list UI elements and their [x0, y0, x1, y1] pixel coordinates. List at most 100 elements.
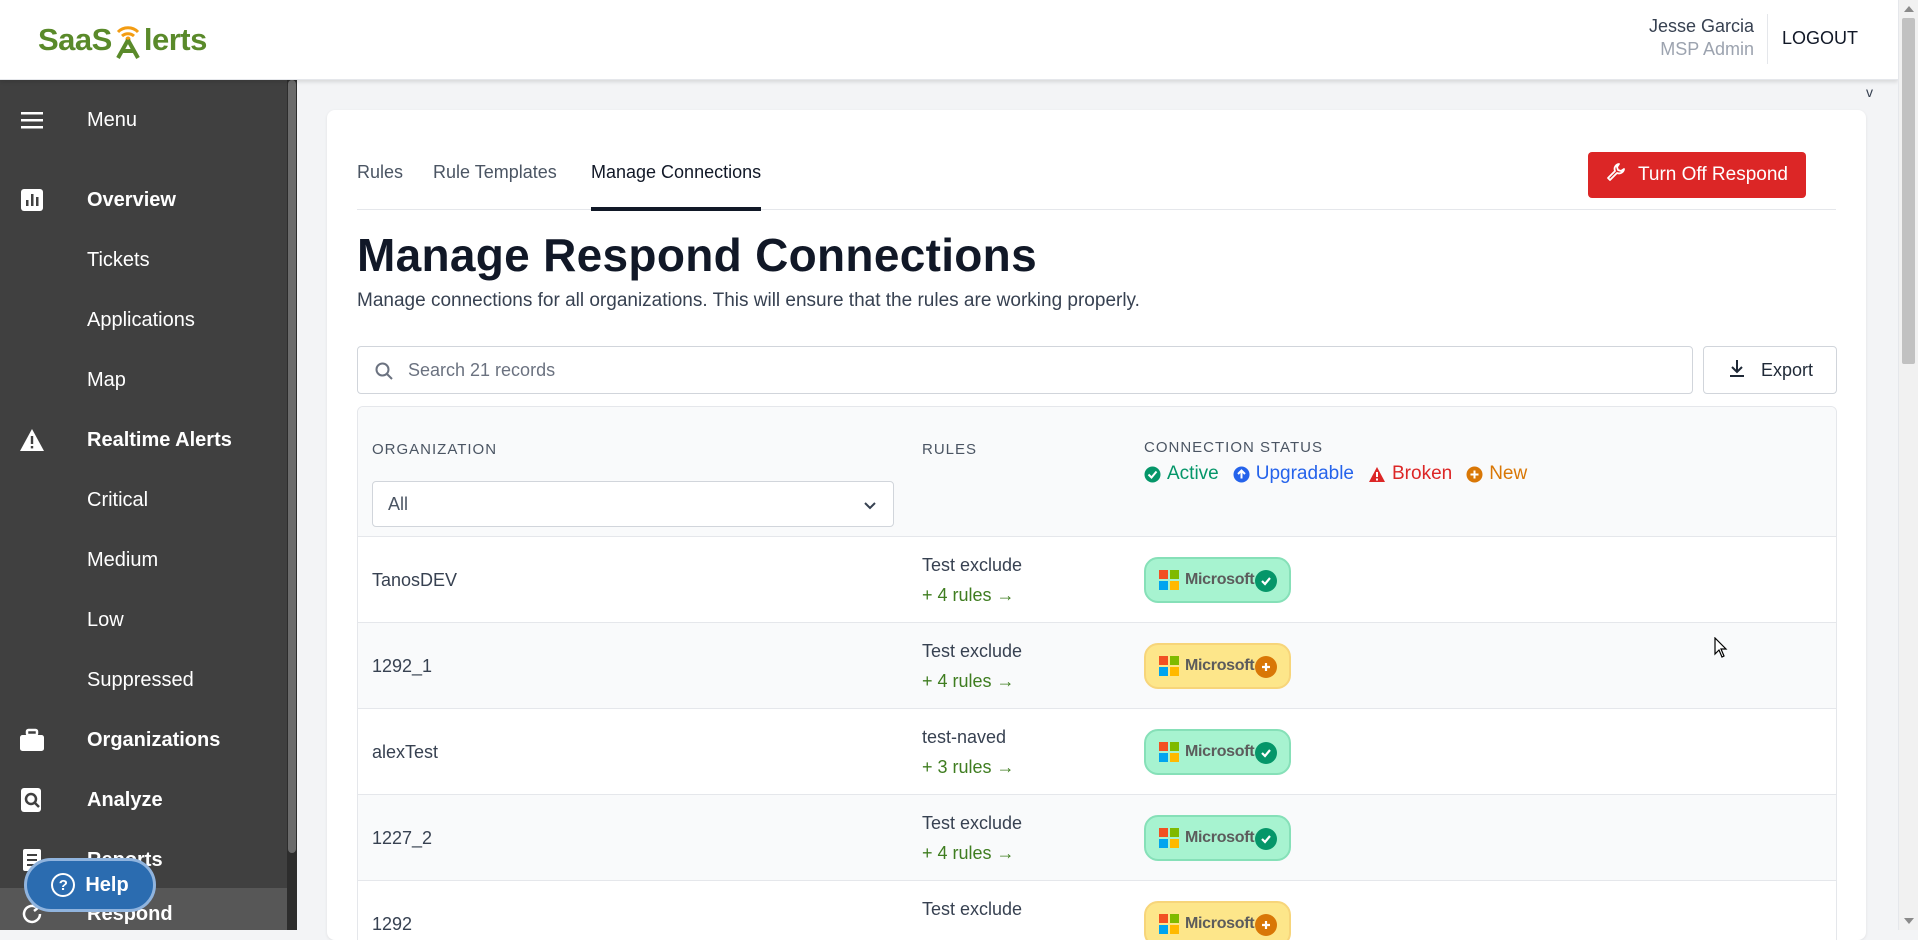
status-legend: Active Upgradable Broken New	[1144, 463, 1527, 485]
sidebar-item-label: Map	[87, 368, 126, 391]
sidebar-item-map[interactable]: Map	[0, 354, 287, 406]
sidebar-scrollbar-thumb[interactable]	[288, 80, 296, 853]
microsoft-logo-icon	[1159, 828, 1179, 848]
org-name: 1292_1	[372, 656, 433, 676]
logo-text-left: SaaS	[38, 22, 112, 57]
page-scrollbar-thumb[interactable]	[1902, 18, 1915, 364]
plus-circle-icon	[1466, 466, 1483, 482]
question-icon: ?	[51, 873, 76, 897]
user-name: Jesse Garcia	[1648, 16, 1754, 36]
bar-chart-icon	[18, 186, 46, 214]
rule-name: test-naved	[922, 727, 1007, 747]
connection-name: Microsoft	[1185, 915, 1255, 932]
sidebar-item-menu[interactable]: Menu	[0, 94, 287, 146]
more-rules-link[interactable]: + 4 rules →	[922, 585, 1015, 606]
sidebar-scrollbar[interactable]	[287, 80, 297, 930]
plus-icon	[1255, 656, 1277, 678]
main-card: Rules Rule Templates Manage Connections …	[327, 110, 1866, 940]
logo-text-right: lerts	[143, 22, 207, 57]
download-icon	[1727, 358, 1747, 383]
table-row[interactable]: TanosDEV Test exclude + 4 rules → Micros…	[358, 537, 1836, 623]
user-info: Jesse Garcia MSP Admin	[1649, 16, 1754, 60]
more-rules-link[interactable]: + 4 rules →	[922, 843, 1015, 864]
sidebar-item-suppressed[interactable]: Suppressed	[0, 654, 287, 706]
help-label: Help	[85, 873, 129, 896]
sidebar-item-label: Critical	[87, 488, 149, 511]
more-rules-link[interactable]: + 4 rules →	[922, 671, 1015, 692]
search-input[interactable]	[408, 347, 1678, 393]
table-row[interactable]: alexTest test-naved + 3 rules → Microsof…	[358, 709, 1836, 795]
corner-toggle[interactable]: v	[1866, 84, 1873, 100]
sidebar: Menu Overview Tickets Applications Map R…	[0, 80, 297, 930]
warning-triangle-icon	[1369, 466, 1385, 482]
sidebar-item-label: Overview	[87, 188, 176, 211]
tab-rule-templates[interactable]: Rule Templates	[433, 162, 557, 210]
check-icon	[1255, 570, 1277, 592]
rule-name: Test exclude	[922, 555, 1023, 575]
check-circle-icon	[1144, 466, 1161, 482]
sidebar-item-tickets[interactable]: Tickets	[0, 234, 287, 286]
page-scrollbar[interactable]	[1898, 0, 1918, 930]
scroll-up-arrow-icon[interactable]	[1904, 6, 1914, 12]
sidebar-item-label: Realtime Alerts	[87, 428, 232, 451]
legend-active: Active	[1144, 463, 1219, 485]
help-button[interactable]: ? Help	[24, 858, 156, 912]
search-box	[357, 346, 1693, 394]
org-name: 1227_2	[372, 828, 433, 848]
header-organization: ORGANIZATION	[372, 441, 498, 458]
tab-manage-connections[interactable]: Manage Connections	[591, 162, 762, 211]
header-divider	[1767, 14, 1768, 64]
search-icon	[374, 361, 394, 386]
legend-upgradable: Upgradable	[1233, 463, 1354, 485]
legend-label: Active	[1167, 463, 1219, 484]
sidebar-item-label: Menu	[87, 108, 138, 131]
microsoft-logo-icon	[1159, 742, 1179, 762]
microsoft-logo-icon	[1159, 570, 1179, 590]
connection-name: Microsoft	[1185, 571, 1255, 588]
sidebar-item-realtime-alerts[interactable]: Realtime Alerts	[0, 414, 287, 466]
scroll-down-arrow-icon[interactable]	[1904, 918, 1914, 924]
sidebar-item-applications[interactable]: Applications	[0, 294, 287, 346]
magnify-icon	[18, 786, 46, 814]
sidebar-item-label: Tickets	[87, 248, 150, 271]
briefcase-icon	[18, 726, 46, 754]
export-button[interactable]: Export	[1703, 346, 1837, 394]
mouse-cursor-icon	[1714, 636, 1728, 664]
tab-bar: Rules Rule Templates Manage Connections …	[357, 110, 1836, 211]
header-rules: RULES	[922, 441, 978, 458]
sidebar-item-low[interactable]: Low	[0, 594, 287, 646]
header-connection-status: CONNECTION STATUS	[1144, 439, 1323, 456]
sidebar-item-label: Organizations	[87, 728, 221, 751]
check-icon	[1255, 828, 1277, 850]
legend-label: Broken	[1392, 463, 1453, 484]
logout-button[interactable]: LOGOUT	[1782, 28, 1858, 49]
tab-rules[interactable]: Rules	[357, 162, 403, 210]
sidebar-item-overview[interactable]: Overview	[0, 174, 287, 226]
sidebar-item-organizations[interactable]: Organizations	[0, 714, 287, 766]
table-row[interactable]: 1292_1 Test exclude + 4 rules → Microsof…	[358, 623, 1836, 709]
legend-label: New	[1489, 463, 1528, 484]
sidebar-item-medium[interactable]: Medium	[0, 534, 287, 586]
org-name: 1292	[372, 914, 413, 934]
sidebar-item-label: Suppressed	[87, 668, 194, 691]
more-rules-link[interactable]: + 3 rules →	[922, 757, 1015, 778]
saas-alerts-logo[interactable]: SaaS lerts	[38, 18, 207, 62]
turn-off-respond-button[interactable]: Turn Off Respond	[1588, 152, 1806, 198]
table-row[interactable]: 1227_2 Test exclude + 4 rules → Microsof…	[358, 795, 1836, 881]
table-row[interactable]: 1292 Test exclude Microsoft	[358, 881, 1836, 940]
sidebar-item-critical[interactable]: Critical	[0, 474, 287, 526]
org-name: TanosDEV	[372, 570, 458, 590]
sidebar-item-analyze[interactable]: Analyze	[0, 774, 287, 826]
chevron-down-icon	[863, 497, 877, 518]
warning-icon	[18, 426, 46, 454]
sidebar-item-label: Applications	[87, 308, 195, 331]
organization-filter-select[interactable]: All	[372, 481, 894, 527]
microsoft-connection-badge[interactable]: Microsoft	[1144, 815, 1291, 861]
microsoft-connection-badge[interactable]: Microsoft	[1144, 901, 1291, 940]
check-icon	[1255, 742, 1277, 764]
microsoft-connection-badge[interactable]: Microsoft	[1144, 729, 1291, 775]
sidebar-item-label: Analyze	[87, 788, 163, 811]
microsoft-connection-badge[interactable]: Microsoft	[1144, 643, 1291, 689]
connection-name: Microsoft	[1185, 743, 1255, 760]
microsoft-connection-badge[interactable]: Microsoft	[1144, 557, 1291, 603]
